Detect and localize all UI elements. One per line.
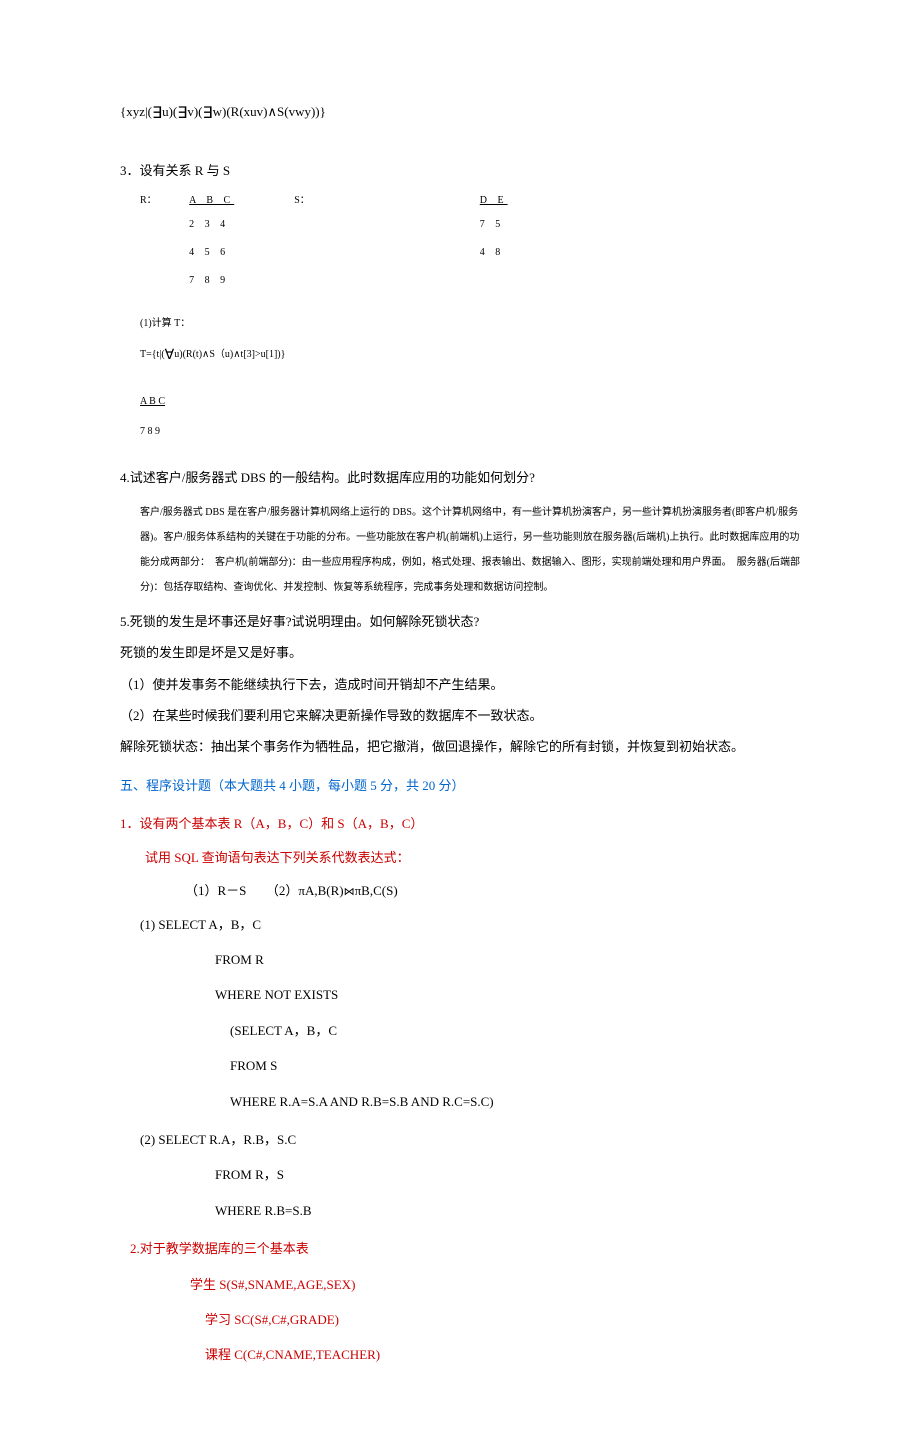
answer-header: A B C [140,393,800,411]
t-formula: T={t|(∀u)(R(t)∧S（u)∧t[3]>u[1])} [140,343,800,368]
prog-q2-t2: 学习 SC(S#,C#,GRADE) [205,1308,800,1331]
q5-p2: （1）使并发事务不能继续执行下去，造成时间开销却不产生结果。 [120,673,800,696]
r-label: R： [140,195,157,206]
sql-line: (2) SELECT R.A，R.B，S.C [140,1128,800,1151]
r-table: A B C 2 3 4 4 5 6 7 8 9 [189,192,234,300]
relation-s: S： [294,192,340,300]
r-row: 2 3 4 [189,216,234,234]
relation-r: R： A B C 2 3 4 4 5 6 7 8 9 [140,192,234,300]
q3-title: 3．设有关系 R 与 S [120,159,800,182]
sql-line: FROM R [215,948,800,971]
prog-q2-t3: 课程 C(C#,CNAME,TEACHER) [205,1343,800,1366]
s-row: 4 8 [480,244,508,262]
calc-label: (1)计算 T： [140,315,800,333]
sql-line: FROM R，S [215,1163,800,1186]
answer-row: 7 8 9 [140,423,800,441]
q4-answer: 客户/服务器式 DBS 是在客户/服务器计算机网络上运行的 DBS。这个计算机网… [140,500,800,600]
q5-p3: （2）在某些时候我们要利用它来解决更新操作导致的数据库不一致状态。 [120,704,800,727]
sql-answer-2: (2) SELECT R.A，R.B，S.C FROM R，S WHERE R.… [140,1128,800,1222]
question-4: 4.试述客户/服务器式 DBS 的一般结构。此时数据库应用的功能如何划分? [120,466,800,489]
sql-line: WHERE R.B=S.B [215,1199,800,1222]
sql-line: WHERE R.A=S.A AND R.B=S.B AND R.C=S.C) [230,1090,800,1113]
s-table: D E 7 5 4 8 [480,192,508,272]
relation-tables: R： A B C 2 3 4 4 5 6 7 8 9 S： D E 7 5 4 … [140,192,800,300]
q5-p4: 解除死锁状态：抽出某个事务作为牺牲品，把它撤消，做回退操作，解除它的所有封锁，并… [120,735,800,758]
sql-answer-1: (1) SELECT A，B，C FROM R WHERE NOT EXISTS… [140,913,800,1113]
s-label: S： [294,195,310,206]
r-row: 4 5 6 [189,244,234,262]
t-answer: A B C 7 8 9 [140,393,800,441]
prog-q2-title: 2.对于教学数据库的三个基本表 [130,1237,800,1260]
s-row: 7 5 [480,216,508,234]
s-header: D E [480,192,508,210]
formula-text: {xyz|(∃u)(∃v)(∃w)(R(xuv)∧S(vwy))} [120,104,326,119]
q5-title: 5.死锁的发生是坏事还是好事?试说明理由。如何解除死锁状态? [120,610,800,633]
prog-q2-t1: 学生 S(S#,SNAME,AGE,SEX) [190,1273,800,1296]
prog-q1-subtitle: 试用 SQL 查询语句表达下列关系代数表达式： [145,846,800,869]
sql-line: (SELECT A，B，C [230,1019,800,1042]
q4-title: 4.试述客户/服务器式 DBS 的一般结构。此时数据库应用的功能如何划分? [120,466,800,489]
sql-line: WHERE NOT EXISTS [215,983,800,1006]
section-5-title: 五、程序设计题（本大题共 4 小题，每小题 5 分，共 20 分） [120,774,800,797]
r-header: A B C [189,192,234,210]
question-5: 5.死锁的发生是坏事还是好事?试说明理由。如何解除死锁状态? 死锁的发生即是坏是… [120,610,800,759]
sql-line: FROM S [230,1054,800,1077]
r-row: 7 8 9 [189,272,234,290]
prog-q1-expr: （1）R－S （2）πA,B(R)⋈πB,C(S) [185,879,800,903]
question-3: 3．设有关系 R 与 S R： A B C 2 3 4 4 5 6 7 8 9 … [120,159,800,442]
formula-expression: {xyz|(∃u)(∃v)(∃w)(R(xuv)∧S(vwy))} [120,100,800,129]
prog-q1-title: 1．设有两个基本表 R（A，B，C）和 S（A，B，C） [120,812,800,835]
s-table-block: D E 7 5 4 8 [480,192,508,300]
q5-p1: 死锁的发生即是坏是又是好事。 [120,641,800,664]
sql-line: (1) SELECT A，B，C [140,913,800,936]
